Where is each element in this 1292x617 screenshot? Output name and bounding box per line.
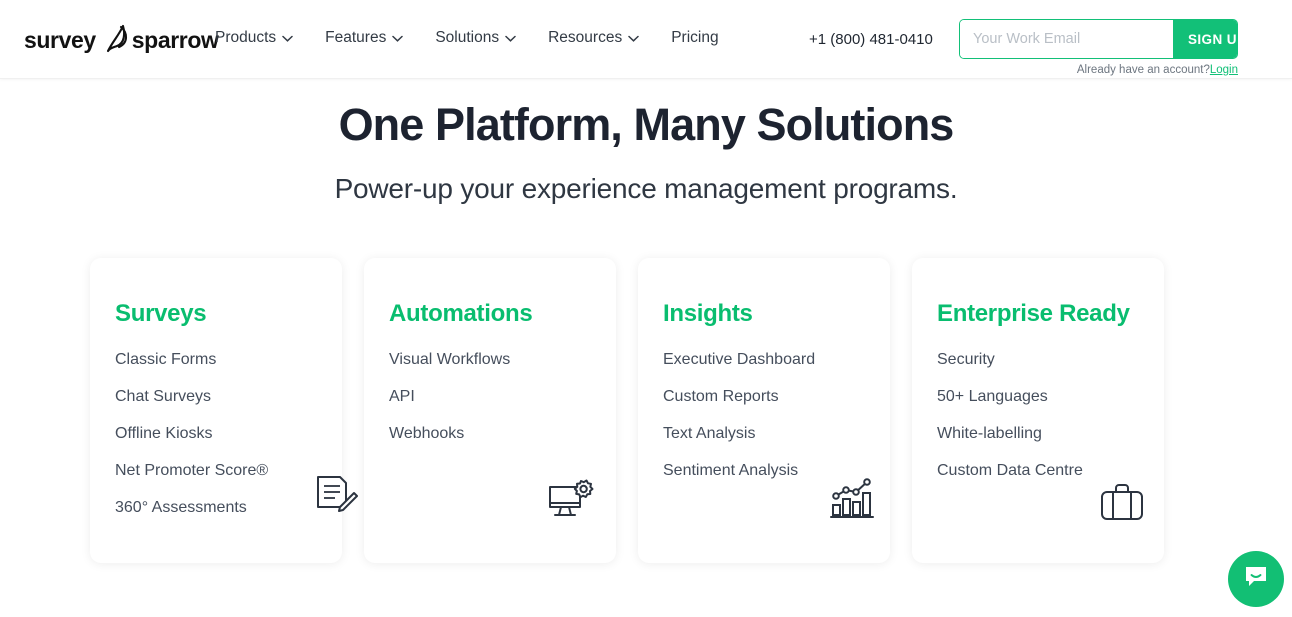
sparrow-bird-mark-icon <box>97 21 131 60</box>
hero-section: One Platform, Many Solutions Power-up yo… <box>0 79 1292 205</box>
card-item-list: Classic Forms Chat Surveys Offline Kiosk… <box>115 352 342 516</box>
list-item[interactable]: Custom Data Centre <box>937 463 1164 479</box>
list-item[interactable]: Net Promoter Score® <box>115 463 342 479</box>
signup-area: SIGN UP Already have an account?Login <box>959 19 1238 76</box>
card-automations[interactable]: Automations Visual Workflows API Webhook… <box>364 258 616 563</box>
card-title: Insights <box>663 300 753 327</box>
list-item[interactable]: 50+ Languages <box>937 389 1164 405</box>
list-item[interactable]: Chat Surveys <box>115 389 342 405</box>
chat-widget-button[interactable] <box>1228 551 1284 607</box>
contact-phone[interactable]: +1 (800) 481-0410 <box>809 31 933 48</box>
page-subtitle: Power-up your experience management prog… <box>334 173 958 204</box>
list-item[interactable]: Executive Dashboard <box>663 352 890 368</box>
briefcase-icon <box>1098 481 1146 525</box>
nav-label: Pricing <box>671 29 719 46</box>
logo[interactable]: survey sparrow <box>24 24 219 56</box>
logo-text-left: survey <box>24 26 96 53</box>
sign-up-button[interactable]: SIGN UP <box>1173 20 1237 58</box>
main-nav: Products Features Solutions Resources Pr… <box>215 29 719 47</box>
list-item[interactable]: Visual Workflows <box>389 352 616 368</box>
card-item-list: Security 50+ Languages White-labelling C… <box>937 352 1164 479</box>
nav-item-pricing[interactable]: Pricing <box>671 29 718 47</box>
document-pencil-icon <box>310 473 358 517</box>
monitor-gear-icon <box>546 479 594 523</box>
list-item[interactable]: Custom Reports <box>663 389 890 405</box>
card-item-list: Executive Dashboard Custom Reports Text … <box>663 352 890 479</box>
account-prompt-text: Already have an account? <box>1076 64 1210 76</box>
nav-label: Features <box>325 29 387 46</box>
list-item[interactable]: Webhooks <box>389 426 616 442</box>
nav-label: Resources <box>548 29 623 46</box>
logo-text-right: sparrow <box>131 26 219 53</box>
list-item[interactable]: Security <box>937 352 1164 368</box>
list-item[interactable]: Classic Forms <box>115 352 342 368</box>
card-title: Surveys <box>115 300 207 327</box>
nav-item-resources[interactable]: Resources <box>548 29 639 47</box>
chevron-down-icon <box>392 29 404 47</box>
work-email-input[interactable] <box>960 20 1173 58</box>
card-enterprise-ready[interactable]: Enterprise Ready Security 50+ Languages … <box>912 258 1164 563</box>
nav-item-products[interactable]: Products <box>215 29 293 47</box>
chat-bubble-smile-icon <box>1242 563 1270 596</box>
list-item[interactable]: Text Analysis <box>663 426 890 442</box>
chevron-down-icon <box>282 29 293 47</box>
card-item-list: Visual Workflows API Webhooks <box>389 352 616 442</box>
login-prompt: Already have an account?Login <box>959 64 1238 76</box>
card-insights[interactable]: Insights Executive Dashboard Custom Repo… <box>638 258 890 563</box>
feature-cards: Surveys Classic Forms Chat Surveys Offli… <box>90 258 1164 563</box>
page-title: One Platform, Many Solutions <box>338 99 955 150</box>
card-title: Automations <box>389 300 533 327</box>
list-item[interactable]: API <box>389 389 616 405</box>
nav-label: Solutions <box>435 29 500 46</box>
nav-item-solutions[interactable]: Solutions <box>435 29 516 47</box>
nav-item-features[interactable]: Features <box>325 29 404 47</box>
card-surveys[interactable]: Surveys Classic Forms Chat Surveys Offli… <box>90 258 358 563</box>
list-item[interactable]: Offline Kiosks <box>115 426 342 442</box>
nav-label: Products <box>215 29 277 46</box>
chevron-down-icon <box>505 29 516 47</box>
card-title: Enterprise Ready <box>937 300 1130 327</box>
login-link[interactable]: Login <box>1210 64 1238 76</box>
chevron-down-icon <box>628 29 639 47</box>
site-header: survey sparrow Products Features Solutio… <box>0 0 1292 79</box>
list-item[interactable]: 360° Assessments <box>115 500 342 516</box>
list-item[interactable]: White-labelling <box>937 426 1164 442</box>
signup-form: SIGN UP <box>959 19 1238 59</box>
bar-chart-trend-icon <box>828 477 876 521</box>
